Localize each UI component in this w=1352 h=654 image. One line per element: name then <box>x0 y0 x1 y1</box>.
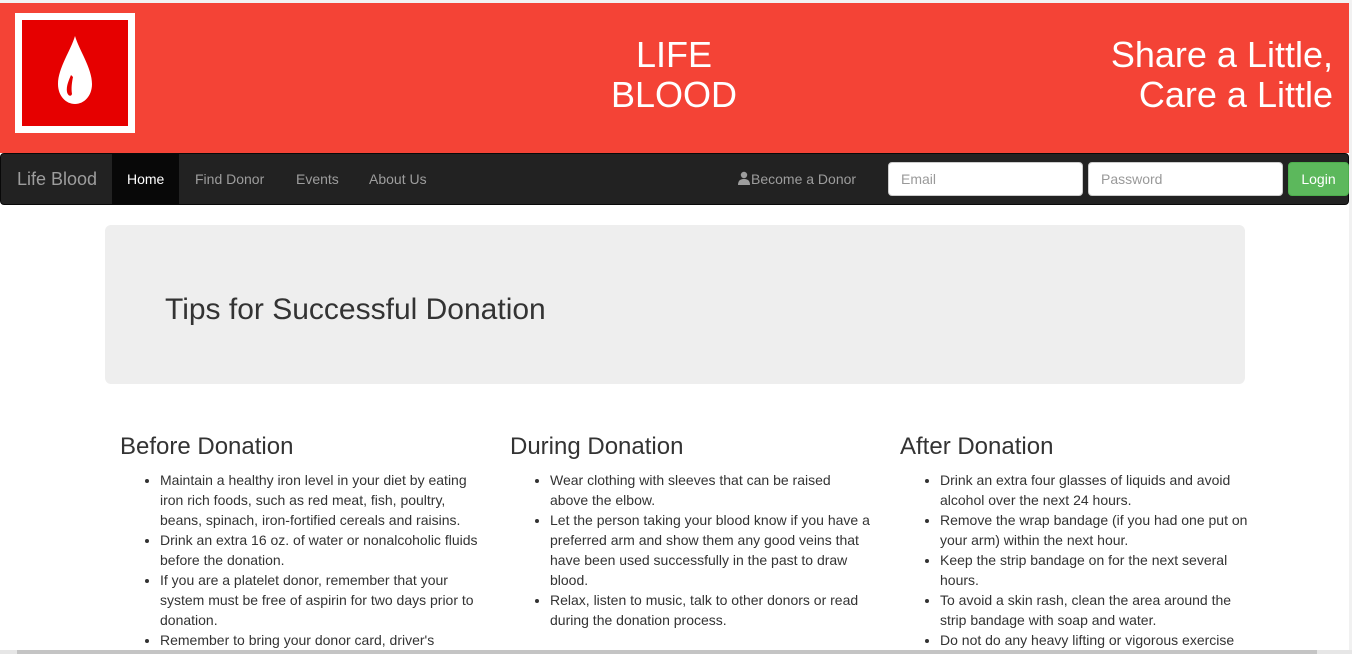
list-item: Drink an extra 16 oz. of water or nonalc… <box>160 530 480 570</box>
section-heading: After Donation <box>900 433 1054 460</box>
during-donation-section: During Donation Wear clothing with sleev… <box>510 432 870 630</box>
tips-list: Drink an extra four glasses of liquids a… <box>900 470 1260 650</box>
logo-background <box>22 20 128 126</box>
nav-item-home[interactable]: Home <box>112 154 180 204</box>
navbar-brand[interactable]: Life Blood <box>17 154 97 204</box>
password-input[interactable] <box>1088 162 1283 196</box>
email-input[interactable] <box>888 162 1083 196</box>
main-navbar: Life Blood Home Find Donor Events About … <box>0 153 1349 205</box>
section-heading: During Donation <box>510 433 684 460</box>
brand-title-line1: LIFE <box>635 34 713 75</box>
jumbotron: Tips for Successful Donation <box>105 225 1245 384</box>
tips-list: Maintain a healthy iron level in your di… <box>120 470 480 650</box>
list-item: Do not do any heavy lifting or vigorous … <box>940 630 1260 650</box>
list-item: Remove the wrap bandage (if you had one … <box>940 510 1260 550</box>
list-item: Let the person taking your blood know if… <box>550 510 870 590</box>
nav-item-find-donor[interactable]: Find Donor <box>180 154 279 204</box>
login-button[interactable]: Login <box>1288 162 1349 196</box>
tips-list: Wear clothing with sleeves that can be r… <box>510 470 870 630</box>
list-item: Relax, listen to music, talk to other do… <box>550 590 870 630</box>
list-item: Drink an extra four glasses of liquids a… <box>940 470 1260 510</box>
header-banner: LIFE BLOOD Share a Little, Care a Little <box>0 3 1349 153</box>
nav-item-events[interactable]: Events <box>281 154 354 204</box>
become-donor-link[interactable]: Become a Donor <box>737 154 856 204</box>
blood-drop-icon <box>58 36 92 104</box>
before-donation-section: Before Donation Maintain a healthy iron … <box>120 432 480 650</box>
brand-title-line2: BLOOD <box>610 74 738 115</box>
tagline: Share a Little, Care a Little <box>1111 35 1333 115</box>
nav-item-about-us[interactable]: About Us <box>354 154 442 204</box>
list-item: To avoid a skin rash, clean the area aro… <box>940 590 1260 630</box>
tagline-line2: Care a Little <box>1138 74 1333 115</box>
list-item: If you are a platelet donor, remember th… <box>160 570 480 630</box>
list-item: Keep the strip bandage on for the next s… <box>940 550 1260 590</box>
user-icon <box>738 171 750 185</box>
list-item: Maintain a healthy iron level in your di… <box>160 470 480 530</box>
become-donor-label: Become a Donor <box>751 171 857 187</box>
page-title: Tips for Successful Donation <box>165 293 546 326</box>
brand-title: LIFE BLOOD <box>574 35 774 115</box>
tagline-line1: Share a Little, <box>1110 34 1333 75</box>
after-donation-section: After Donation Drink an extra four glass… <box>900 432 1260 650</box>
section-heading: Before Donation <box>120 433 294 460</box>
horizontal-scrollbar-thumb[interactable] <box>17 650 1317 654</box>
site-logo[interactable] <box>15 13 135 133</box>
list-item: Wear clothing with sleeves that can be r… <box>550 470 870 510</box>
list-item: Remember to bring your donor card, drive… <box>160 630 480 650</box>
